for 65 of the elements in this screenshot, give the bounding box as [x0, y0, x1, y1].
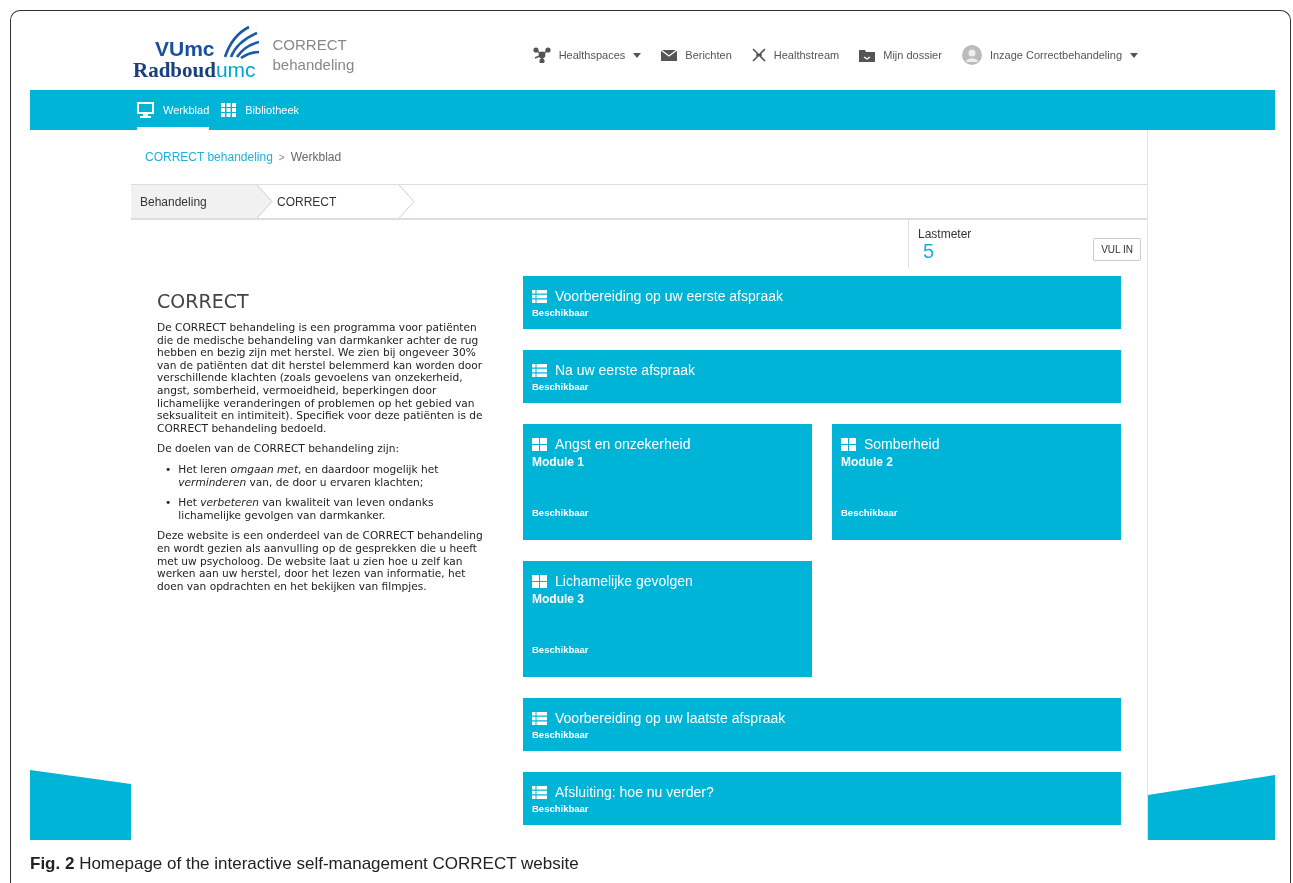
- card-title: Lichamelijke gevolgen: [555, 572, 693, 591]
- card-subtitle: Module 3: [532, 592, 585, 606]
- list-bullet: •: [165, 496, 172, 509]
- card-status: Beschikbaar: [841, 507, 899, 518]
- network-icon: [532, 47, 551, 63]
- nav-tab[interactable]: Bibliotheek: [221, 90, 300, 130]
- module-card[interactable]: Lichamelijke gevolgen Module 3 Beschikbaar: [523, 561, 812, 677]
- module-card[interactable]: Afsluiting: hoe nu verder? Beschikbaar: [523, 772, 1121, 825]
- nav-link[interactable]: Berichten: [661, 49, 732, 61]
- card-status: Beschikbaar: [532, 307, 590, 318]
- avatar-icon: [961, 45, 982, 65]
- grid-icon: [221, 103, 237, 117]
- chevron-icon: [399, 185, 415, 218]
- list-item: Het leren omgaan met, en daardoor mogelijk het verminderen van, de door u ervaren klachten;: [178, 462, 440, 489]
- lastmeter-value: 5: [922, 241, 936, 261]
- list-bullet: •: [165, 462, 172, 476]
- module-card[interactable]: Somberheid Module 2 Beschikbaar: [832, 424, 1121, 540]
- folder-icon: [859, 48, 876, 62]
- card-subtitle: Module 1: [532, 455, 585, 469]
- list-icon: [532, 289, 547, 303]
- module-card[interactable]: Angst en onzekerheid Module 1 Beschikbaar: [523, 424, 812, 540]
- logo-text: Radboudumc: [133, 58, 257, 81]
- card-title: Afsluiting: hoe nu verder?: [555, 783, 714, 802]
- list-icon: [532, 363, 547, 377]
- chevron-icon: [257, 185, 273, 218]
- breadcrumb-current: Werkblad: [290, 150, 342, 164]
- breadcrumb-link[interactable]: CORRECT behandeling: [145, 150, 273, 164]
- figure-caption: Fig. 2 Homepage of the interactive self-management CORRECT website: [30, 854, 580, 874]
- paragraph: Deze website is een onderdeel van de CORRECT behandeling en wordt gezien als aanvulling op de gesprekken die u heeft met uw psycholoog. De website laat u zien hoe u zelf kan werken aan uw herstel, door het lezen van informatie, het doen van opdrachten en het bekijken van filmpjes.: [157, 529, 483, 593]
- card-title: Somberheid: [864, 435, 940, 454]
- paragraph: De CORRECT behandeling is een programma voor patiënten die de medische behandeling van darmkanker achter de rug hebben en bezig zijn met herstel. We zien bij ongeveer 30% van de patiënten dat dit herstel belemmerd kan worden door verschillende klachten (zoals gevoelens van onzekerheid, angst, somberheid, vermoeidheid, beperkingen door lichamelijke veranderingen of problemen op het gebied van seksualiteit en intimiteit). Specifiek voor deze patiënten is de CORRECT behandeling bedoeld.: [157, 321, 483, 435]
- card-title: Voorbereiding op uw eerste afspraak: [555, 287, 784, 306]
- list-icon: [532, 785, 547, 799]
- envelope-icon: [661, 49, 678, 61]
- nav-link[interactable]: Healthstream: [751, 48, 840, 62]
- nav-link[interactable]: Healthspaces: [532, 47, 642, 63]
- card-status: Beschikbaar: [532, 729, 590, 740]
- breadcrumb-separator: >: [278, 151, 285, 163]
- list-icon: [532, 711, 547, 725]
- lastmeter-label: Lastmeter: [918, 227, 972, 241]
- card-status: Beschikbaar: [532, 803, 590, 814]
- card-title: Na uw eerste afspraak: [555, 361, 696, 380]
- tiles-icon: [841, 437, 856, 451]
- fill-in-button[interactable]: VUL IN: [1093, 237, 1141, 261]
- card-title: Voorbereiding op uw laatste afspraak: [555, 709, 786, 728]
- card-subtitle: Module 2: [841, 455, 894, 469]
- site-subtitle: behandeling: [272, 55, 355, 75]
- site-title: CORRECT: [272, 35, 348, 55]
- nav-tab[interactable]: Werkblad: [137, 90, 210, 130]
- nav-link[interactable]: Mijn dossier: [859, 48, 942, 62]
- module-card[interactable]: Voorbereiding op uw laatste afspraak Beschikbaar: [523, 698, 1121, 751]
- logo-text: VUmc: [155, 37, 215, 59]
- module-card[interactable]: Voorbereiding op uw eerste afspraak Beschikbaar: [523, 276, 1121, 329]
- tiles-icon: [532, 574, 547, 588]
- list-item: Het verbeteren van kwaliteit van leven ondanks lichamelijke gevolgen van darmkanker.: [178, 496, 435, 522]
- monitor-icon: [137, 102, 154, 118]
- nav-link[interactable]: Inzage Correctbehandeling: [961, 45, 1138, 65]
- card-title: Angst en onzekerheid: [555, 435, 691, 454]
- paragraph: De doelen van de CORRECT behandeling zijn:: [157, 442, 400, 455]
- tiles-icon: [532, 437, 547, 451]
- card-status: Beschikbaar: [532, 644, 590, 655]
- card-status: Beschikbaar: [532, 507, 590, 518]
- section-title: CORRECT: [157, 290, 250, 312]
- card-status: Beschikbaar: [532, 381, 590, 392]
- module-card[interactable]: Na uw eerste afspraak Beschikbaar: [523, 350, 1121, 403]
